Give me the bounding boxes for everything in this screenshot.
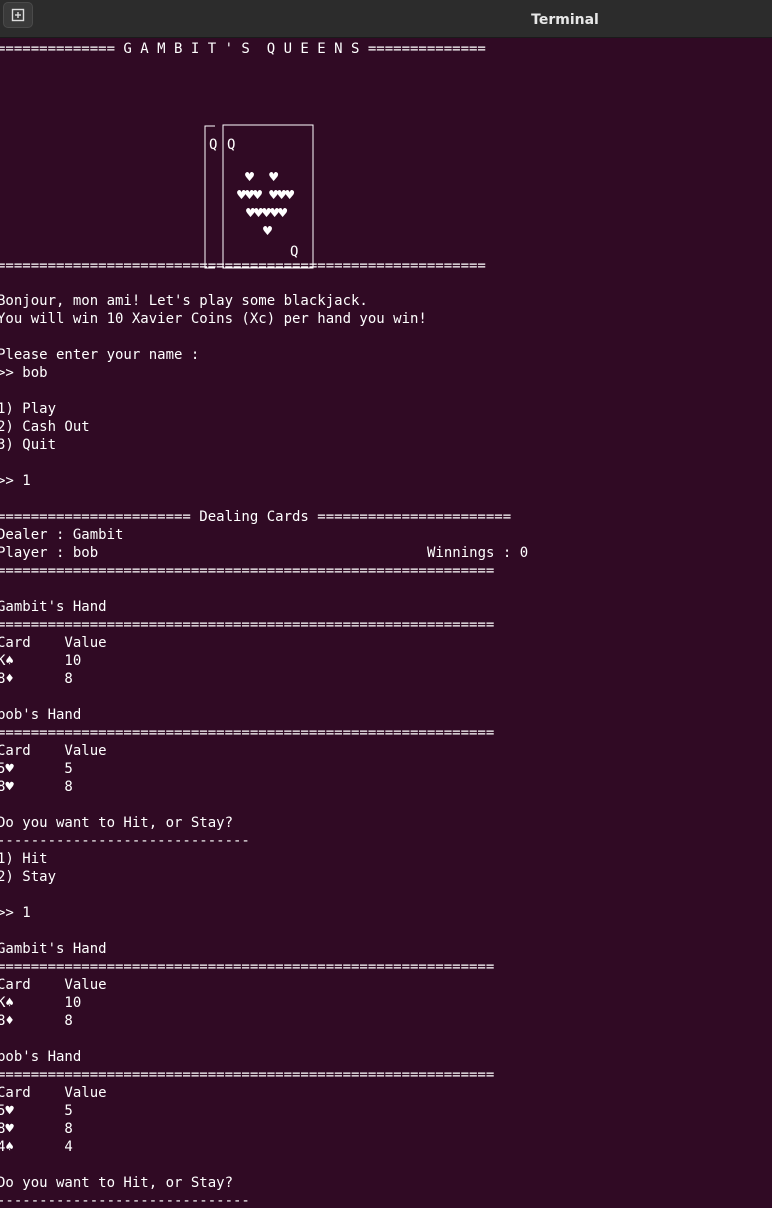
card-rank-left: Q: [209, 137, 218, 153]
dealer-card-row: K♠ 10: [0, 995, 82, 1011]
dealing-separator: ========================================…: [0, 563, 495, 579]
menu-item-play: 1) Play: [0, 401, 57, 417]
dash-separator: ------------------------------: [0, 1193, 250, 1208]
player-hand-separator: ========================================…: [0, 725, 495, 741]
name-input-line: >> bob: [0, 365, 48, 381]
card-rank-top: Q: [227, 137, 236, 153]
player-card-row: 8♥ 8: [0, 779, 73, 795]
dealer-hand-separator: ========================================…: [0, 617, 495, 633]
dealer-hand-header: Card Value: [0, 977, 107, 993]
menu-item-quit: 3) Quit: [0, 437, 57, 453]
player-card-row: 4♠ 4: [0, 1139, 73, 1155]
dealer-card-row: K♠ 10: [0, 653, 82, 669]
player-hand-header: Card Value: [0, 1085, 107, 1101]
hearts-row-2: ♥♥♥ ♥♥♥: [237, 186, 294, 204]
hearts-row-3: ♥♥♥♥♥: [246, 204, 287, 222]
option-hit: 1) Hit: [0, 851, 48, 867]
queen-card-art: Q Q ♥ ♥ ♥♥♥ ♥♥♥ ♥♥♥♥♥ ♥ Q: [202, 122, 317, 272]
menu-item-cash-out: 2) Cash Out: [0, 419, 90, 435]
player-hand-header: Card Value: [0, 743, 107, 759]
title-bar: Terminal: [0, 0, 772, 38]
player-card-row: 5♥ 5: [0, 761, 73, 777]
dealer-hand-header: Card Value: [0, 635, 107, 651]
hearts-row-4: ♥: [263, 222, 272, 240]
name-prompt: Please enter your name :: [0, 347, 200, 363]
option-stay: 2) Stay: [0, 869, 57, 885]
dealer-hand-title: Gambit's Hand: [0, 941, 107, 957]
player-hand-separator: ========================================…: [0, 1067, 495, 1083]
player-card-row: 5♥ 5: [0, 1103, 73, 1119]
hit-stay-prompt: Do you want to Hit, or Stay?: [0, 815, 234, 831]
dealer-line: Dealer : Gambit: [0, 527, 124, 543]
menu-input-line: >> 1: [0, 473, 31, 489]
greeting-line: Bonjour, mon ami! Let's play some blackj…: [0, 293, 368, 309]
window-title: Terminal: [531, 12, 599, 28]
dealing-banner: ======================= Dealing Cards ==…: [0, 509, 512, 525]
dealer-hand-separator: ========================================…: [0, 959, 495, 975]
choice-input-line: >> 1: [0, 905, 31, 921]
dealer-card-row: 8♦ 8: [0, 671, 73, 687]
winnings-line: Winnings : 0: [427, 545, 529, 561]
hit-stay-prompt: Do you want to Hit, or Stay?: [0, 1175, 234, 1191]
player-hand-title: bob's Hand: [0, 1049, 82, 1065]
banner-separator: ========================================…: [0, 258, 486, 274]
player-hand-title: bob's Hand: [0, 707, 82, 723]
player-card-row: 8♥ 8: [0, 1121, 73, 1137]
new-tab-icon: [11, 8, 25, 22]
reward-info-line: You will win 10 Xavier Coins (Xc) per ha…: [0, 311, 427, 327]
title-banner: ============== G A M B I T ' S Q U E E N…: [0, 41, 486, 57]
terminal-output[interactable]: ============== G A M B I T ' S Q U E E N…: [0, 40, 772, 1208]
new-tab-button[interactable]: [3, 2, 33, 28]
hearts-row-1: ♥ ♥: [245, 168, 278, 186]
dealer-hand-title: Gambit's Hand: [0, 599, 107, 615]
player-line: Player : bob: [0, 545, 99, 561]
dash-separator: ------------------------------: [0, 833, 250, 849]
dealer-card-row: 8♦ 8: [0, 1013, 73, 1029]
